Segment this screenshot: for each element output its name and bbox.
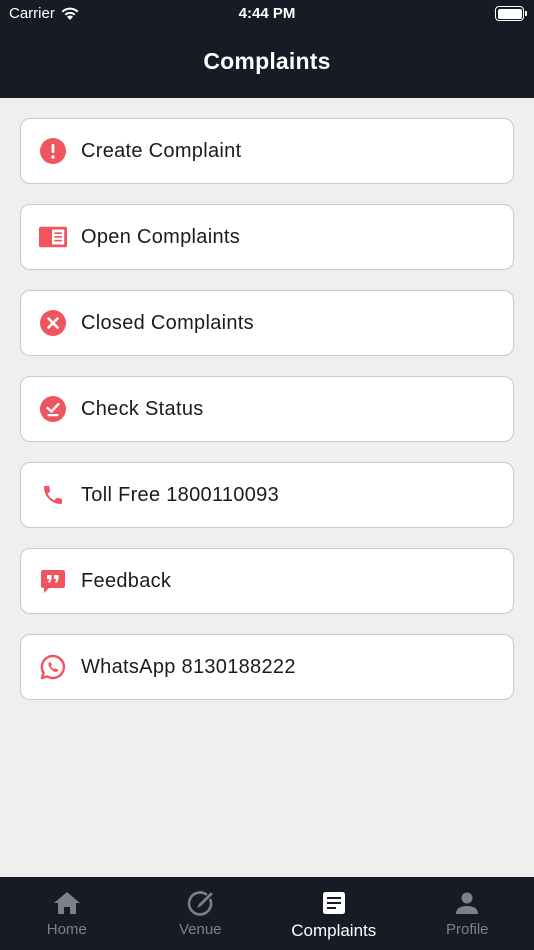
tab-label: Home (46, 921, 87, 938)
menu-item-whatsapp[interactable]: WhatsApp 8130188222 (20, 634, 514, 700)
tab-label: Complaints (291, 921, 377, 940)
tab-profile[interactable]: Profile (401, 877, 534, 950)
menu-item-feedback[interactable]: Feedback (20, 548, 514, 614)
complaint-menu: Create Complaint Open Complaints Closed … (20, 118, 514, 720)
tab-label: Venue (178, 921, 222, 938)
menu-item-create-complaint[interactable]: Create Complaint (20, 118, 514, 184)
whatsapp-icon (39, 653, 67, 681)
bottom-tab-bar: Home Venue Complaints Profile (0, 877, 534, 950)
check-circle-icon (39, 395, 67, 423)
complaints-screen: Carrier 4:44 PM Complaints Create Compla… (0, 0, 534, 950)
document-icon (322, 889, 346, 917)
open-list-icon (39, 223, 67, 251)
menu-item-label: Closed Complaints (81, 311, 254, 334)
tab-label: Profile (445, 921, 489, 938)
tab-home[interactable]: Home (0, 877, 134, 950)
menu-item-check-status[interactable]: Check Status (20, 376, 514, 442)
close-circle-icon (39, 309, 67, 337)
status-time: 4:44 PM (238, 5, 296, 22)
battery-icon (495, 6, 527, 21)
menu-item-label: Toll Free 1800110093 (81, 483, 279, 506)
edit-circle-icon (186, 889, 214, 917)
menu-item-toll-free[interactable]: Toll Free 1800110093 (20, 462, 514, 528)
tab-complaints[interactable]: Complaints (267, 877, 401, 950)
home-icon (53, 889, 81, 917)
page-title: Complaints (203, 48, 331, 74)
menu-item-label: Open Complaints (81, 225, 241, 248)
tab-venue[interactable]: Venue (134, 877, 268, 950)
person-icon (455, 889, 479, 917)
menu-item-closed-complaints[interactable]: Closed Complaints (20, 290, 514, 356)
menu-item-open-complaints[interactable]: Open Complaints (20, 204, 514, 270)
menu-item-label: Feedback (81, 569, 172, 592)
menu-item-label: WhatsApp 8130188222 (81, 655, 296, 678)
status-bar: Carrier 4:44 PM (0, 0, 534, 28)
feedback-quote-icon (39, 567, 67, 595)
header: Carrier 4:44 PM Complaints (0, 0, 534, 98)
menu-item-label: Create Complaint (81, 139, 242, 162)
menu-item-label: Check Status (81, 397, 204, 420)
alert-circle-icon (39, 137, 67, 165)
phone-icon (39, 481, 67, 509)
